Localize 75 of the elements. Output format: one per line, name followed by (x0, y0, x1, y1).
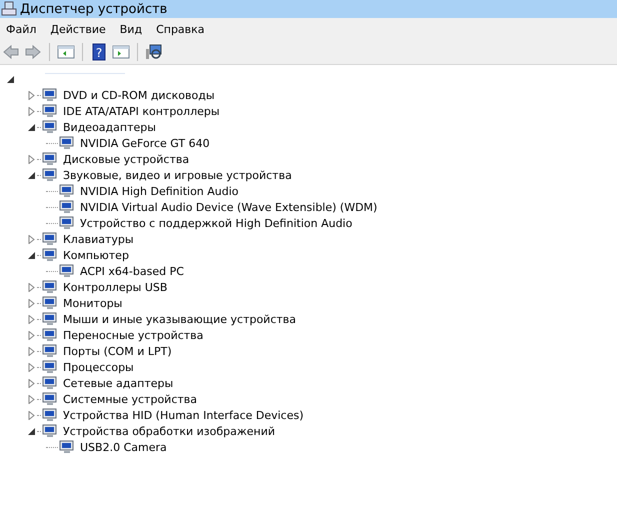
window-title: Диспетчер устройств (20, 2, 168, 16)
expand-arrow-icon[interactable] (27, 394, 36, 404)
back-arrow-icon[interactable] (2, 43, 20, 61)
tree-item[interactable]: Устройства HID (Human Interface Devices) (62, 408, 305, 422)
device-icon (59, 135, 75, 151)
expand-arrow-icon[interactable] (27, 234, 36, 244)
expand-arrow-icon[interactable] (27, 362, 36, 372)
device-icon (59, 199, 75, 215)
expand-arrow-icon[interactable] (27, 282, 36, 292)
tree-item[interactable]: Клавиатуры (62, 232, 135, 246)
collapse-arrow-icon[interactable] (27, 426, 36, 436)
expand-arrow-icon[interactable] (27, 154, 36, 164)
device-icon (42, 375, 58, 391)
device-icon (59, 183, 75, 199)
device-icon (42, 151, 58, 167)
expand-arrow-icon[interactable] (27, 314, 36, 324)
device-icon (42, 119, 58, 135)
tree-item[interactable]: Системные устройства (62, 392, 198, 406)
tree-item[interactable]: Звуковые, видео и игровые устройства (62, 168, 293, 182)
tree-item[interactable]: Компьютер (62, 248, 130, 262)
device-icon (42, 167, 58, 183)
device-icon (59, 215, 75, 231)
monitor-scan-icon[interactable] (145, 43, 163, 61)
menu-item[interactable]: Файл (2, 20, 44, 38)
help-icon[interactable]: ? (90, 43, 108, 61)
collapse-arrow-icon[interactable] (27, 250, 36, 260)
device-icon (42, 87, 58, 103)
collapse-arrow-icon[interactable] (27, 170, 36, 180)
forward-arrow-icon[interactable] (24, 43, 42, 61)
collapse-arrow-icon[interactable] (6, 74, 15, 84)
device-icon (42, 311, 58, 327)
tree-item[interactable]: Процессоры (62, 360, 135, 374)
device-icon (42, 327, 58, 343)
tree-item[interactable]: IDE ATA/ATAPI контроллеры (62, 104, 221, 118)
device-icon (42, 231, 58, 247)
tree-item[interactable]: ACPI x64-based PC (79, 264, 185, 278)
device-icon (42, 279, 58, 295)
tree-item[interactable]: DVD и CD-ROM дисководы (62, 88, 216, 102)
tree-item[interactable]: Дисковые устройства (62, 152, 190, 166)
tree-item[interactable]: Устройства обработки изображений (62, 424, 276, 438)
device-icon (42, 103, 58, 119)
tree-item[interactable]: NVIDIA High Definition Audio (79, 184, 240, 198)
tree-item[interactable]: NVIDIA GeForce GT 640 (79, 136, 211, 150)
device-icon (42, 343, 58, 359)
expand-arrow-icon[interactable] (27, 330, 36, 340)
device-icon (59, 439, 75, 455)
expand-arrow-icon[interactable] (27, 106, 36, 116)
tree-item[interactable]: Контроллеры USB (62, 280, 168, 294)
collapse-arrow-icon[interactable] (27, 122, 36, 132)
tree-item[interactable]: Порты (COM и LPT) (62, 344, 173, 358)
tree-item[interactable]: Мыши и иные указывающие устройства (62, 312, 298, 326)
panel-icon[interactable] (57, 43, 75, 61)
device-icon (42, 391, 58, 407)
expand-arrow-icon[interactable] (27, 298, 36, 308)
device-icon (42, 423, 58, 439)
expand-arrow-icon[interactable] (27, 90, 36, 100)
tree-item[interactable]: Видеоадаптеры (62, 120, 157, 134)
tree-item[interactable]: NVIDIA Virtual Audio Device (Wave Extensible) (WDM) (79, 200, 378, 214)
menu-item[interactable]: Справка (152, 20, 213, 38)
tree-item[interactable]: Переносные устройства (62, 328, 204, 342)
device-icon (42, 295, 58, 311)
tree-item[interactable]: Сетевые адаптеры (62, 376, 174, 390)
tree-item[interactable]: Мониторы (62, 296, 124, 310)
device-icon (42, 359, 58, 375)
tree-item[interactable]: Устройство с поддержкой High Definition Audio (79, 216, 354, 230)
device-icon (59, 263, 75, 279)
device-icon (42, 407, 58, 423)
menu-item[interactable]: Действие (46, 20, 114, 38)
expand-arrow-icon[interactable] (27, 346, 36, 356)
device-icon (42, 247, 58, 263)
expand-arrow-icon[interactable] (27, 410, 36, 420)
panel-icon[interactable] (112, 43, 130, 61)
tree-item[interactable]: USB2.0 Camera (79, 440, 168, 454)
expand-arrow-icon[interactable] (27, 378, 36, 388)
menu-item[interactable]: Вид (116, 20, 150, 38)
